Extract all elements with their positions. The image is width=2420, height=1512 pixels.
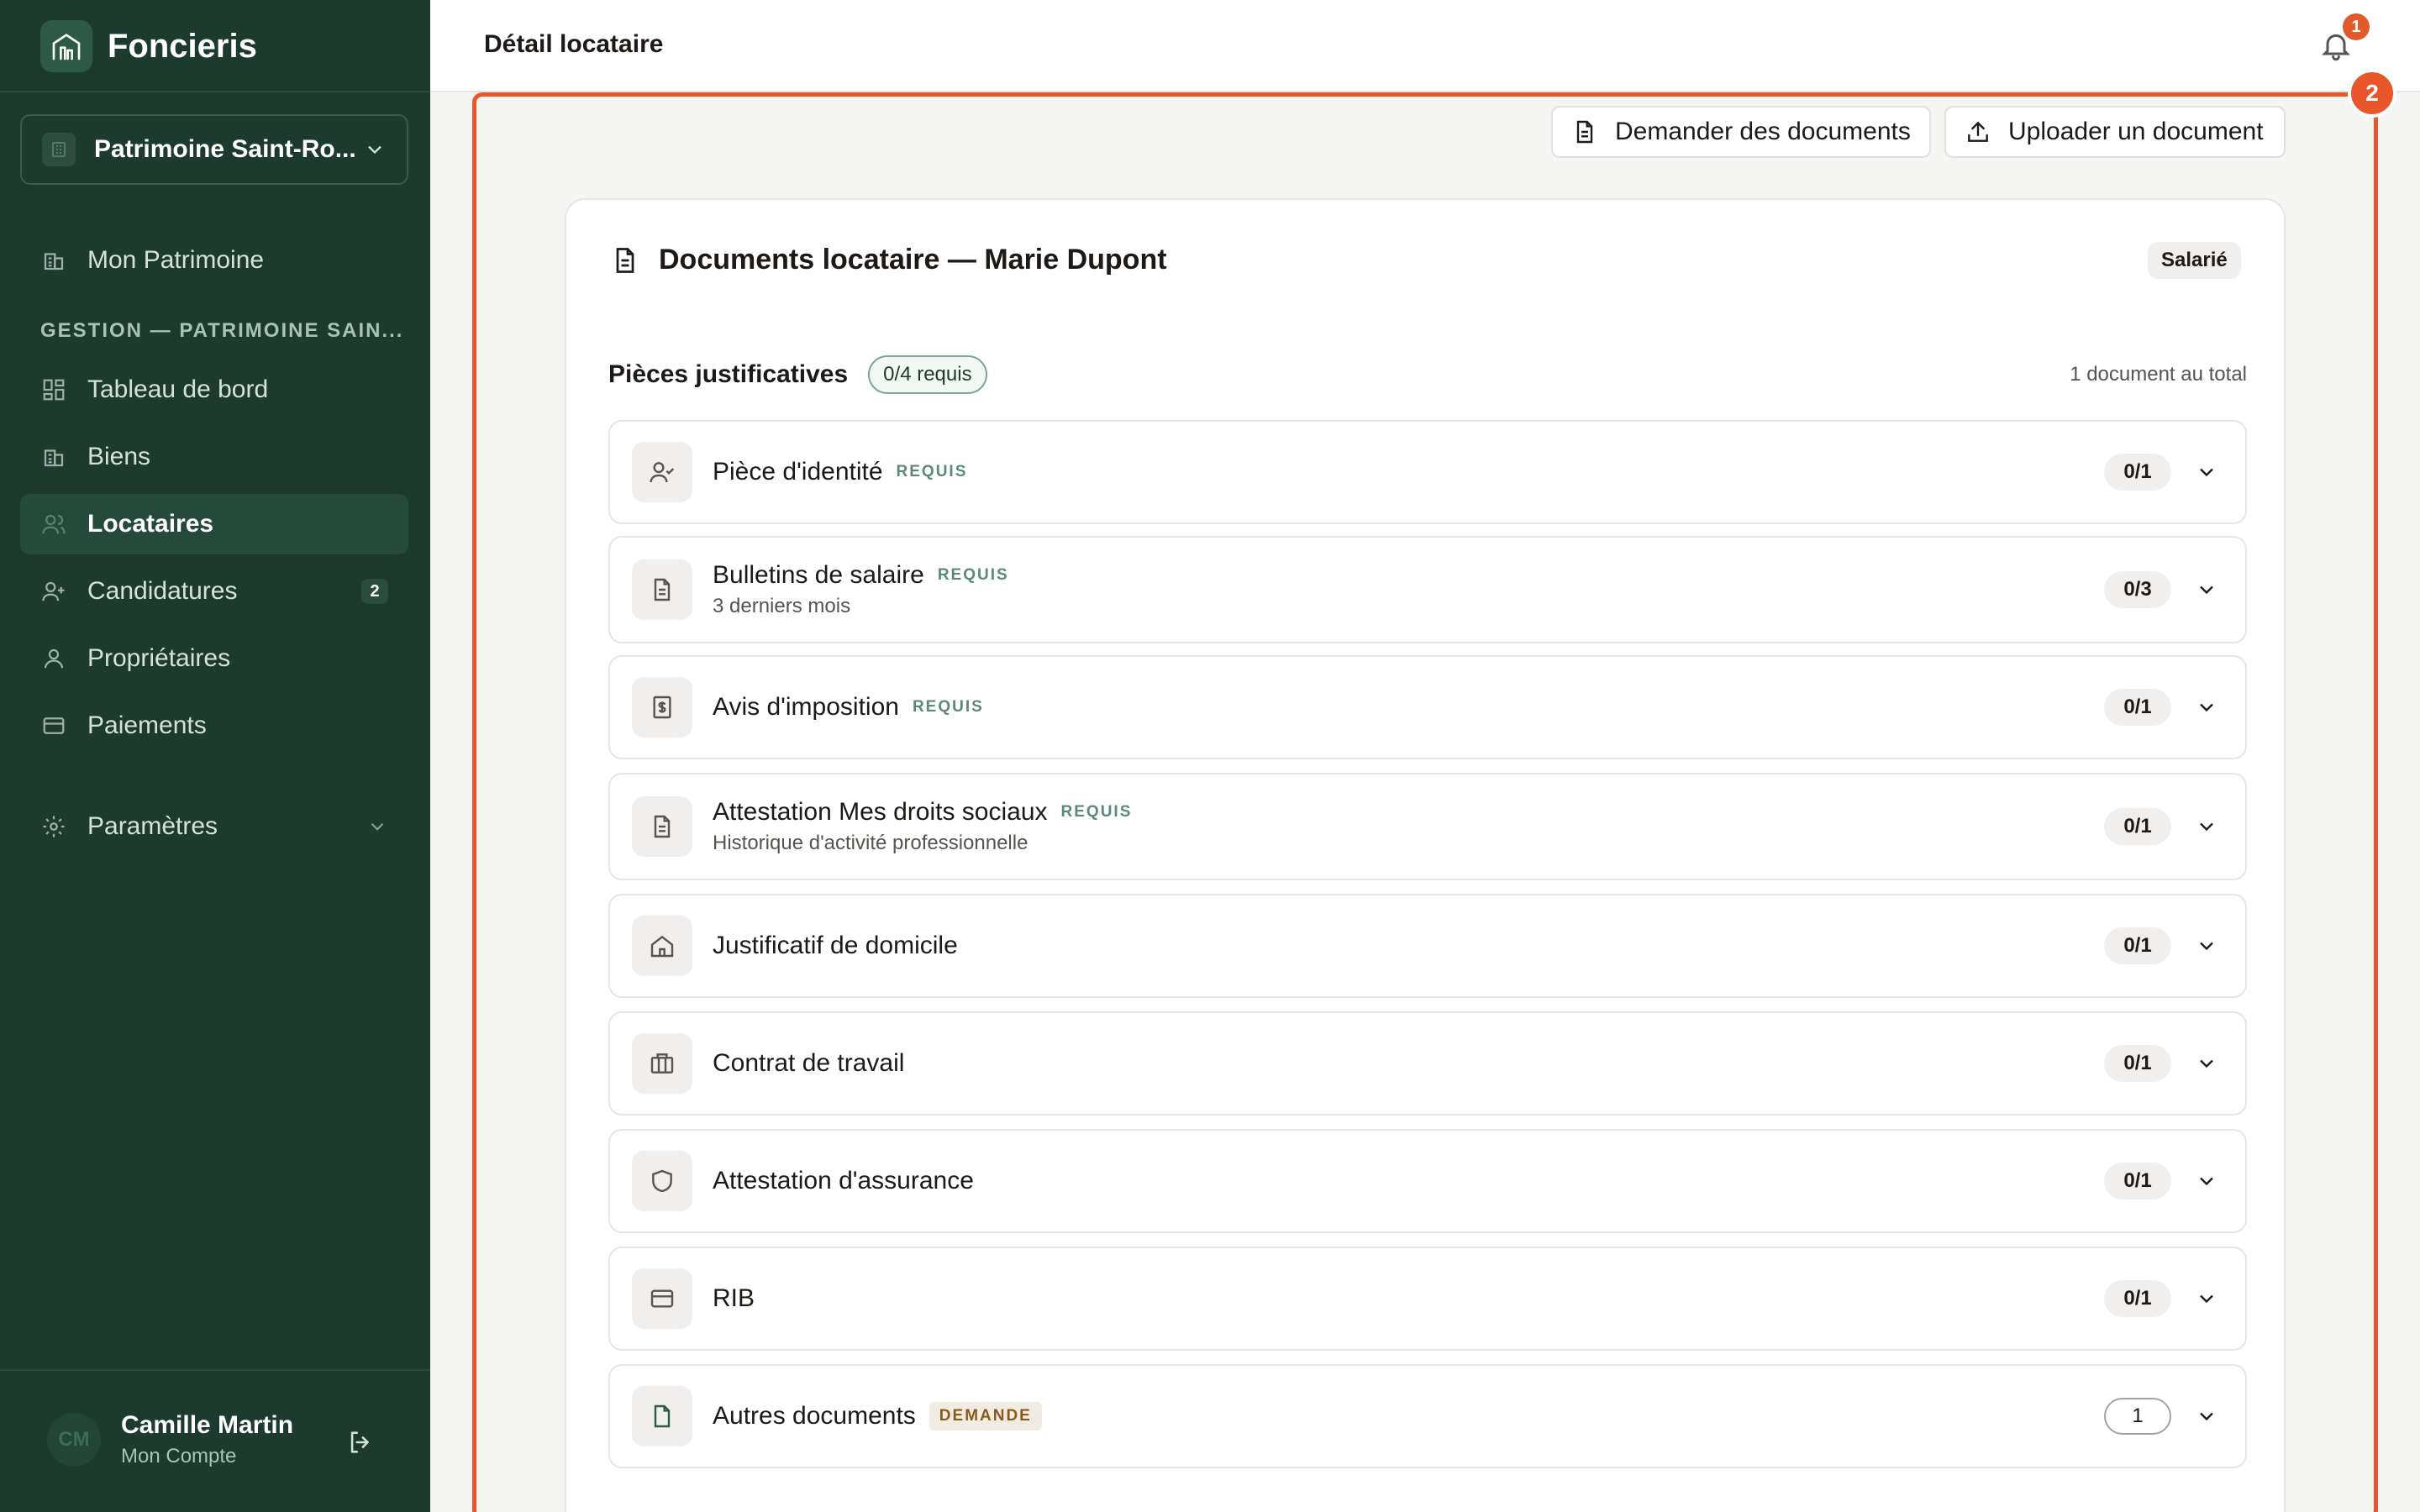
building-icon xyxy=(42,133,76,166)
count-badge: 2 xyxy=(361,579,388,604)
user-profile[interactable]: CM Camille Martin Mon Compte xyxy=(47,1411,293,1468)
chevron-down-icon xyxy=(368,145,381,155)
sidebar-item-label: Propriétaires xyxy=(87,644,231,672)
card-icon xyxy=(40,712,67,739)
nav-label: Mon Patrimoine xyxy=(87,246,265,274)
sidebar: Foncieris Patrimoine Saint-Ro... Mon Pat… xyxy=(0,0,430,1512)
building-icon xyxy=(40,247,67,274)
sidebar-item-label: Candidatures xyxy=(87,577,238,605)
dashboard-icon xyxy=(40,376,67,403)
users-icon xyxy=(40,511,67,538)
sidebar-item-label: Paramètres xyxy=(87,812,218,840)
notification-badge: 1 xyxy=(2343,13,2370,40)
brand[interactable]: Foncieris xyxy=(40,20,257,72)
top-bar: Détail locataire 1 xyxy=(430,0,2420,92)
user-account-label: Mon Compte xyxy=(121,1445,237,1467)
sidebar-item-label: Tableau de bord xyxy=(87,375,269,403)
page-title: Détail locataire xyxy=(484,30,664,58)
logout-icon[interactable] xyxy=(346,1428,375,1457)
sidebar-item-label: Paiements xyxy=(87,711,207,739)
user-name: Camille Martin xyxy=(121,1411,294,1439)
divider xyxy=(0,91,430,92)
sidebar-item-paiements[interactable]: Paiements xyxy=(20,696,408,756)
user-plus-icon xyxy=(40,578,67,605)
sidebar-item-biens[interactable]: Biens xyxy=(20,427,408,487)
brand-name: Foncieris xyxy=(108,27,257,65)
divider xyxy=(0,1369,430,1371)
avatar: CM xyxy=(47,1413,101,1467)
sidebar-item-locataires[interactable]: Locataires xyxy=(20,494,408,554)
chevron-down-icon xyxy=(366,816,388,837)
sidebar-item-label: Biens xyxy=(87,443,151,470)
section-title: GESTION — PATRIMOINE SAIN... xyxy=(40,319,404,342)
brand-logo-icon xyxy=(40,20,92,72)
nav-mon-patrimoine[interactable]: Mon Patrimoine xyxy=(20,230,408,291)
patrimoine-selector[interactable]: Patrimoine Saint-Ro... xyxy=(20,114,408,185)
sidebar-item-parametres[interactable]: Paramètres xyxy=(20,796,408,857)
gear-icon xyxy=(40,813,67,840)
user-icon xyxy=(40,645,67,672)
building-icon xyxy=(40,444,67,470)
sidebar-item-candidatures[interactable]: Candidatures 2 xyxy=(20,561,408,622)
step-badge: 2 xyxy=(2348,69,2396,118)
sidebar-item-label: Locataires xyxy=(87,510,214,538)
sidebar-item-tableau-de-bord[interactable]: Tableau de bord xyxy=(20,360,408,420)
patrimoine-name: Patrimoine Saint-Ro... xyxy=(94,135,356,163)
highlight-frame xyxy=(472,92,2378,1512)
sidebar-item-proprietaires[interactable]: Propriétaires xyxy=(20,628,408,689)
